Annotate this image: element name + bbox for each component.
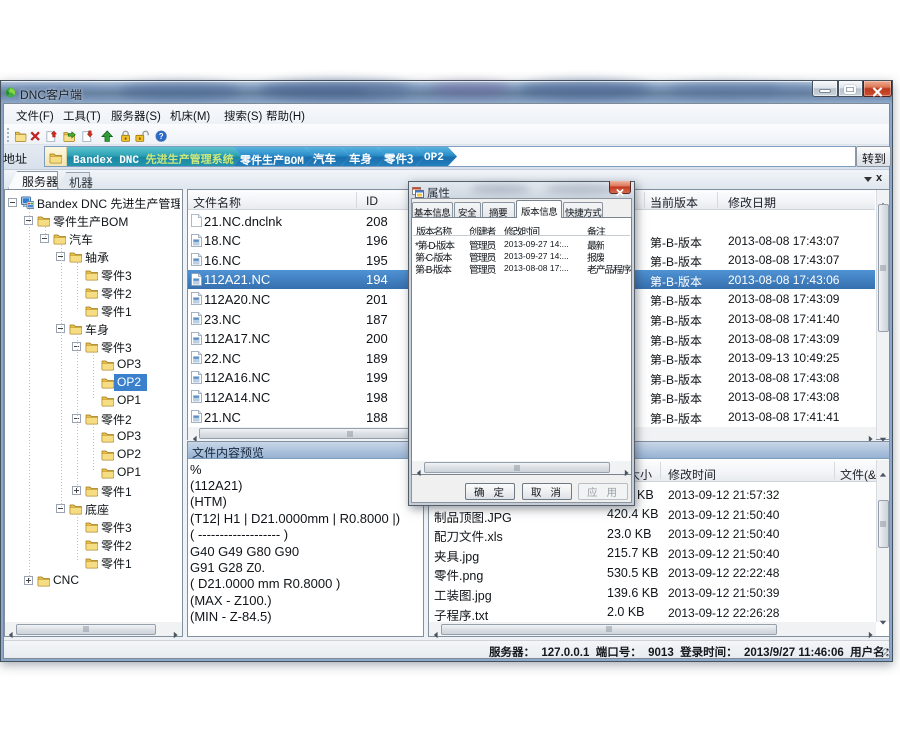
svg-text:?: ? [159,132,164,141]
